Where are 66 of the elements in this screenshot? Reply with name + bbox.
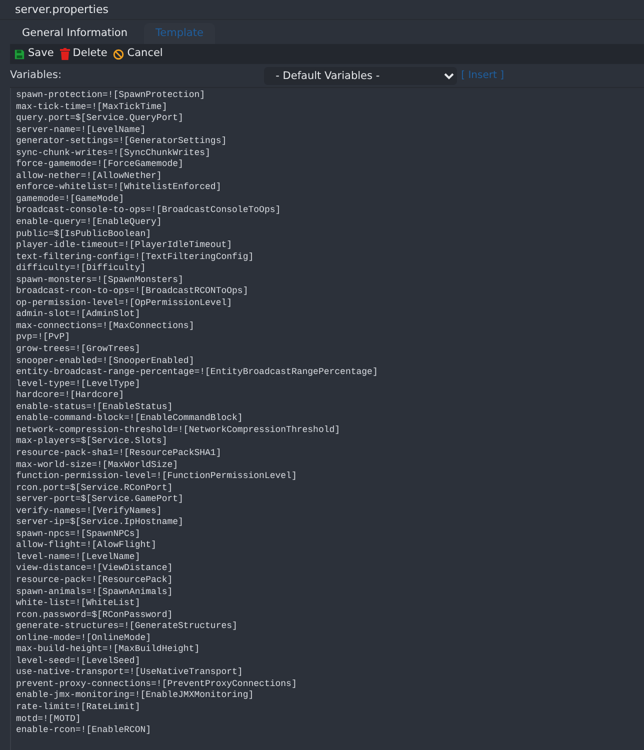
cancel-icon [113, 48, 124, 60]
code-line: enable-rcon=![EnableRCON] [16, 725, 152, 737]
code-line: level-seed=![LevelSeed] [16, 656, 142, 668]
code-line: gamemode=![GameMode] [16, 194, 126, 206]
code-line: spawn-monsters=![SpawnMonsters] [16, 274, 184, 286]
code-line: public=$[IsPublicBoolean] [16, 228, 152, 240]
code-line: allow-nether=![AllowNether] [16, 170, 163, 182]
code-line: function-permission-level=![FunctionPermissionLevel] [16, 471, 298, 483]
code-line: pvp=![PvP] [16, 332, 72, 344]
code-line: verify-names=![VerifyNames] [16, 506, 163, 518]
cancel-button[interactable]: Cancel [113, 46, 163, 62]
code-line: generate-structures=![GenerateStructures] [16, 621, 238, 633]
window-title: server.properties [0, 0, 644, 20]
code-line: view-distance=![ViewDistance] [16, 563, 174, 575]
code-line: rate-limit=![RateLimit] [16, 702, 142, 714]
code-line: online-mode=![OnlineMode] [16, 632, 152, 644]
code-line: enable-status=![EnableStatus] [16, 402, 174, 414]
code-line: player-idle-timeout=![PlayerIdleTimeout] [16, 240, 234, 252]
code-line: allow-flight=![AlowFlight] [16, 540, 158, 552]
save-button[interactable]: Save [14, 46, 54, 62]
code-line: resource-pack=![ResourcePack] [16, 574, 174, 587]
code-line: enable-jmx-monitoring=![EnableJMXMonitoring] [16, 690, 255, 702]
code-line: broadcast-rcon-to-ops=![BroadcastRCONToOps] [16, 286, 250, 298]
code-line: broadcast-console-to-ops=![BroadcastConsoleToOps] [16, 205, 282, 218]
tab[interactable]: General Information [10, 23, 140, 44]
code-line: grow-trees=![GrowTrees] [16, 344, 142, 356]
code-line: use-native-transport=![UseNativeTransport] [16, 667, 244, 679]
code-line: rcon.port=$[Service.RConPort] [16, 482, 174, 494]
code-line: sync-chunk-writes=![SyncChunkWrites] [16, 148, 212, 160]
code-line: difficulty=![Difficulty] [16, 263, 147, 275]
code-line: rcon.password=$[RConPassword] [16, 610, 174, 622]
code-line: max-connections=![MaxConnections] [16, 320, 196, 332]
code-line: spawn-npcs=![SpawnNPCs] [16, 528, 142, 540]
code-line: admin-slot=![AdminSlot] [16, 309, 142, 321]
code-line: motd=![MOTD] [16, 714, 82, 726]
code-line: force-gamemode=![ForceGamemode] [16, 159, 184, 171]
code-line: text-filtering-config=![TextFilteringConfig] [16, 252, 255, 264]
code-line: server-ip=$[Service.IpHostname] [16, 517, 184, 529]
code-line: snooper-enabled=![SnooperEnabled] [16, 356, 196, 368]
code-line: max-tick-time=![MaxTickTime] [16, 102, 168, 114]
code-line: hardcore=![Hardcore] [16, 390, 126, 402]
code-line: server-port=$[Service.GamePort] [16, 494, 184, 506]
save-icon [14, 48, 25, 60]
code-line: enable-query=![EnableQuery] [16, 217, 163, 229]
code-line: white-list=![WhiteList] [16, 598, 142, 610]
code-line: entity-broadcast-range-percentage=![EntityBroadcastRangePercentage] [16, 367, 379, 379]
code-line: resource-pack-sha1=![ResourcePackSHA1] [16, 448, 222, 460]
code-line: generator-settings=![GeneratorSettings] [16, 136, 228, 148]
code-line: level-name=![LevelName] [16, 552, 142, 564]
code-line: spawn-protection=![SpawnProtection] [16, 90, 206, 102]
trash-icon [60, 48, 70, 60]
code-line: max-world-size=![MaxWorldSize] [16, 460, 180, 472]
code-line: server-name=![LevelName] [16, 124, 147, 136]
code-line: enforce-whitelist=![WhitelistEnforced] [16, 182, 222, 194]
delete-button[interactable]: Delete [60, 46, 108, 62]
code-line: max-players=$[Service.Slots] [16, 436, 168, 448]
variables-dropdown[interactable]: - Default Variables - [264, 66, 458, 84]
code-line: query.port=$[Service.QueryPort] [16, 113, 184, 125]
code-line: spawn-animals=![SpawnAnimals] [16, 586, 174, 598]
code-line: prevent-proxy-connections=![PreventProxyConnections] [16, 678, 298, 690]
code-line: level-type=![LevelType] [16, 378, 142, 390]
code-line: max-build-height=![MaxBuildHeight] [16, 644, 201, 656]
code-line: network-compression-threshold=![NetworkCompressionThreshold] [16, 424, 342, 436]
variables-label: Variables: [10, 68, 63, 83]
code-line: enable-command-block=![EnableCommandBlock] [16, 413, 244, 425]
code-line: op-permission-level=![OpPermissionLevel] [16, 298, 234, 310]
